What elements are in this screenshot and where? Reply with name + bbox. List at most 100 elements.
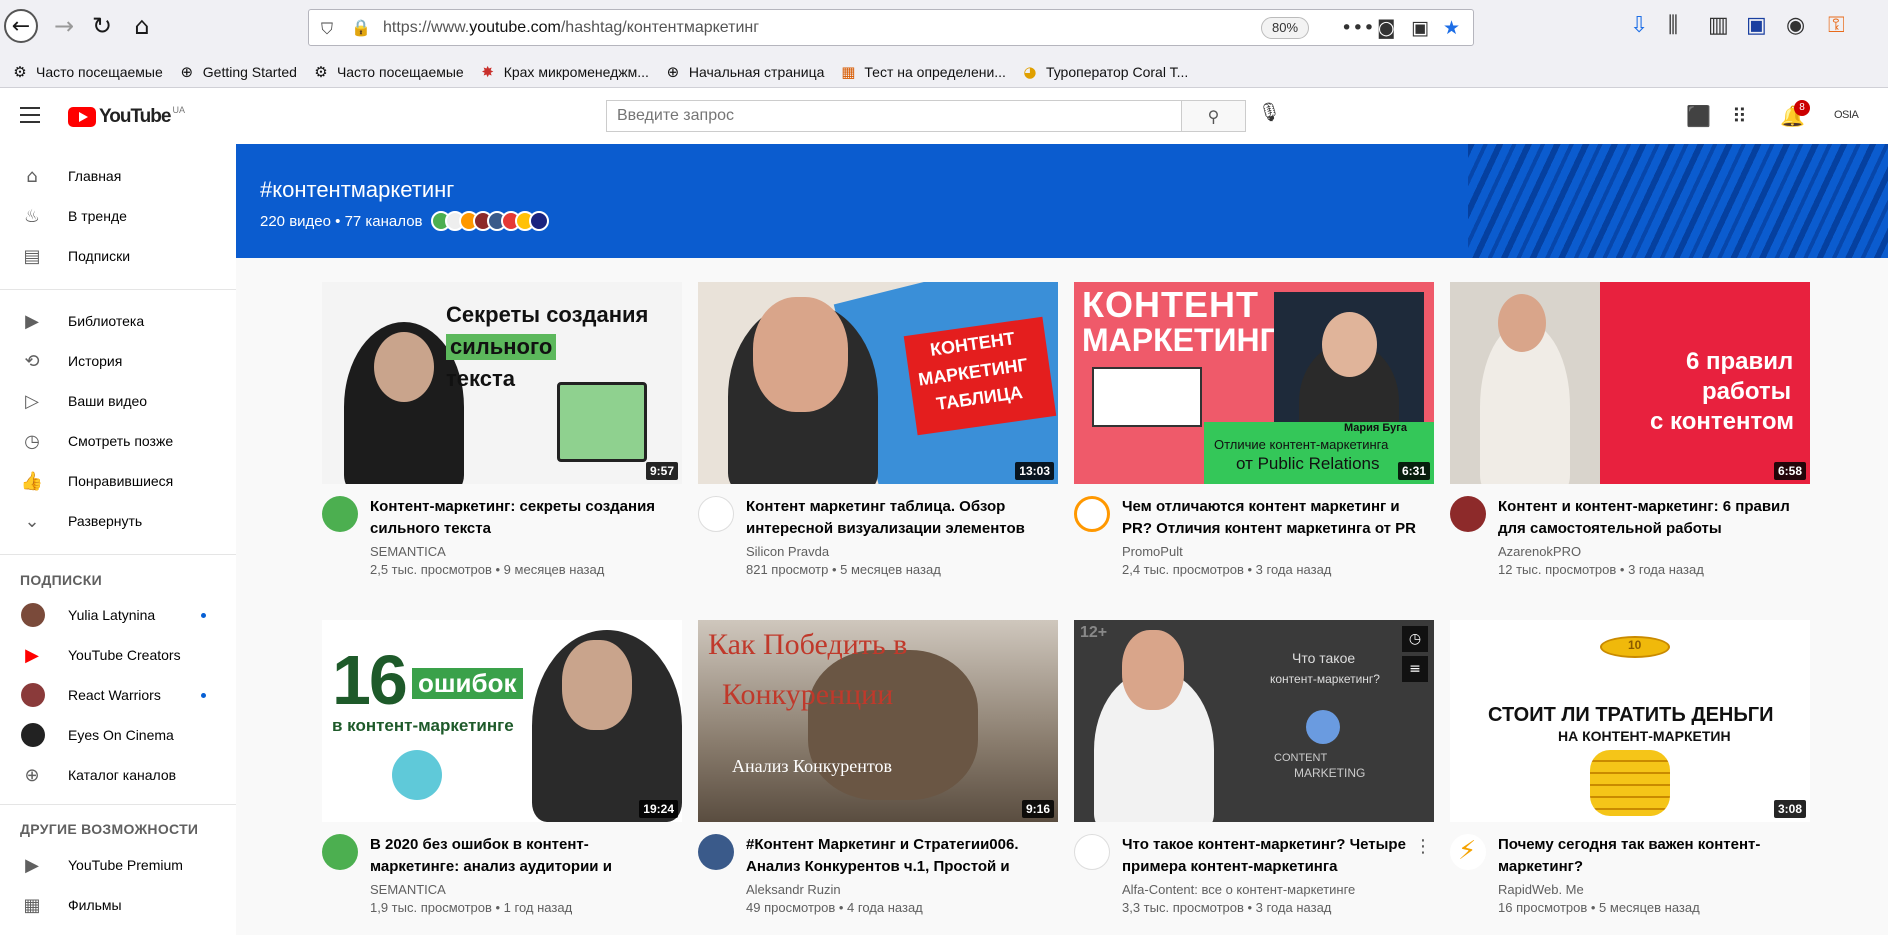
url-text[interactable]: https://www.youtube.com/hashtag/контентм…	[383, 19, 759, 37]
sidebar-item-watch-later[interactable]: ◷ Смотреть позже	[0, 421, 236, 461]
lock-icon[interactable]: 🔒	[351, 18, 371, 37]
sidebar-item-movies[interactable]: ▦ Фильмы	[0, 885, 236, 925]
channel-name[interactable]: RapidWeb. Me	[1498, 882, 1584, 897]
video-title[interactable]: #Контент Маркетинг и Стратегии006. Анали…	[746, 834, 1046, 878]
channel-avatar[interactable]	[698, 834, 734, 870]
sidebar-item-liked[interactable]: 👍 Понравившиеся	[0, 461, 236, 501]
sidebar-item-expand[interactable]: ⌄ Развернуть	[0, 501, 236, 541]
page-actions-icon[interactable]: •••	[1341, 17, 1375, 39]
video-thumbnail[interactable]: Как Победить в Конкуренции Анализ Конкур…	[698, 620, 1058, 822]
add-to-queue-icon[interactable]: ≡	[1402, 656, 1428, 682]
sidebar-item-subscriptions[interactable]: ▤ Подписки	[0, 236, 236, 276]
video-title[interactable]: Контент-маркетинг: секреты создания силь…	[370, 496, 670, 540]
sidebar-item-library[interactable]: ▶ Библиотека	[0, 301, 236, 341]
bookmark-item[interactable]: ◕ Туроператор Coral T...	[1020, 62, 1188, 82]
youtube-logo[interactable]: YouTube UA	[68, 105, 185, 128]
sidebar-item-trending[interactable]: ♨ В тренде	[0, 196, 236, 236]
channel-name[interactable]: Silicon Pravda	[746, 544, 829, 559]
video-card[interactable]: КОНТЕНТ МАРКЕТИНГ Мария Буга Отличие кон…	[1074, 282, 1434, 612]
video-card[interactable]: 10 СТОИТ ЛИ ТРАТИТЬ ДЕНЬГИ НА КОНТЕНТ-МА…	[1450, 620, 1810, 935]
sidebar-sub-react-warriors[interactable]: React Warriors	[0, 675, 236, 715]
zoom-level-badge[interactable]: 80%	[1261, 17, 1310, 39]
watch-later-icon[interactable]: ◷	[1402, 626, 1428, 652]
bookmark-item[interactable]: ⊕ Getting Started	[177, 62, 296, 82]
bookmark-item[interactable]: ✸ Крах микроменеджм...	[478, 62, 649, 82]
save-page-icon[interactable]: ▣	[1411, 17, 1429, 39]
channel-avatars[interactable]	[430, 211, 549, 231]
extension-icon[interactable]: ⚿	[1828, 13, 1845, 38]
video-thumbnail[interactable]: Секреты создания сильного текста 9:57	[322, 282, 682, 484]
sidebar-item-youtube-premium[interactable]: ▶ YouTube Premium	[0, 845, 236, 885]
video-thumbnail[interactable]: 12+ Что такое контент-маркетинг? CONTENT…	[1074, 620, 1434, 822]
sidebar-item-history[interactable]: ⟲ История	[0, 341, 236, 381]
channel-avatar[interactable]	[322, 496, 358, 532]
channel-avatar[interactable]: ⚡	[1450, 834, 1486, 870]
channel-avatar[interactable]	[322, 834, 358, 870]
microphone-icon[interactable]: 🎙	[1258, 102, 1281, 123]
video-thumbnail[interactable]: 10 СТОИТ ЛИ ТРАТИТЬ ДЕНЬГИ НА КОНТЕНТ-МА…	[1450, 620, 1810, 822]
menu-icon[interactable]	[20, 107, 40, 123]
video-title[interactable]: Контент маркетинг таблица. Обзор интерес…	[746, 496, 1046, 540]
thumbnail-text: CONTENT	[1274, 752, 1328, 764]
sidebar-sub-eyes-on-cinema[interactable]: Eyes On Cinema	[0, 715, 236, 755]
channel-name[interactable]: Alfa-Content: все о контент-маркетинге	[1122, 882, 1355, 897]
video-title[interactable]: Что такое контент-маркетинг? Четыре прим…	[1122, 834, 1422, 878]
presenter-face	[753, 297, 848, 412]
pocket-icon[interactable]: ◙	[1377, 17, 1395, 39]
search-icon: ⚲	[1207, 106, 1220, 126]
create-video-icon[interactable]: ⬛	[1686, 104, 1711, 128]
video-card[interactable]: Как Победить в Конкуренции Анализ Конкур…	[698, 620, 1058, 935]
channel-name[interactable]: SEMANTICA	[370, 882, 446, 897]
address-bar[interactable]: ⛉ 🔒 https://www.youtube.com/hashtag/конт…	[308, 9, 1474, 46]
thumbnail-text: Как Победить в	[708, 628, 908, 661]
library-icon: ▶	[25, 310, 39, 332]
bookmark-item[interactable]: ▦ Тест на определени...	[838, 62, 1006, 82]
video-card[interactable]: 12+ Что такое контент-маркетинг? CONTENT…	[1074, 620, 1434, 935]
video-card[interactable]: 6 правил работы с контентом 6:58 Контент…	[1450, 282, 1810, 612]
video-thumbnail[interactable]: 6 правил работы с контентом 6:58	[1450, 282, 1810, 484]
site-icon: ◕	[1023, 62, 1037, 81]
home-icon[interactable]: ⌂	[124, 8, 160, 44]
video-title[interactable]: Контент и контент-маркетинг: 6 правил дл…	[1498, 496, 1798, 540]
bookmark-item[interactable]: ⚙ Часто посещаемые	[10, 62, 163, 82]
bookmark-item[interactable]: ⚙ Часто посещаемые	[311, 62, 464, 82]
bookmark-star-icon[interactable]: ★	[1443, 17, 1460, 39]
back-arrow-icon[interactable]: ←	[4, 9, 38, 43]
video-title[interactable]: В 2020 без ошибок в контент-маркетинге: …	[370, 834, 670, 878]
sidebar-sub-yulia-latynina[interactable]: Yulia Latynina	[0, 595, 236, 635]
video-card[interactable]: 16 ошибок в контент-маркетинге 19:24 В 2…	[322, 620, 682, 935]
forward-arrow-icon[interactable]: →	[46, 8, 82, 44]
search-button[interactable]: ⚲	[1182, 100, 1246, 132]
account-icon[interactable]: ◉	[1786, 13, 1805, 38]
search-input[interactable]	[607, 101, 1181, 131]
downloads-icon[interactable]: ⇩	[1630, 13, 1648, 38]
sidebar-item-channel-catalog[interactable]: ⊕ Каталог каналов	[0, 755, 236, 795]
sidebar-sub-youtube-creators[interactable]: ▶ YouTube Creators	[0, 635, 236, 675]
shield-icon[interactable]: ⛉	[321, 19, 337, 38]
save-icon[interactable]: ▣	[1746, 13, 1767, 38]
channel-avatar[interactable]	[1074, 834, 1110, 870]
channel-avatar[interactable]	[1450, 496, 1486, 532]
reload-icon[interactable]: ↻	[84, 8, 120, 44]
more-actions-icon[interactable]: ⋮	[1414, 836, 1432, 857]
video-card[interactable]: КОНТЕНТ МАРКЕТИНГ ТАБЛИЦА 13:03 Контент …	[698, 282, 1058, 612]
apps-grid-icon[interactable]: ⠿	[1732, 104, 1747, 128]
channel-avatar[interactable]	[698, 496, 734, 532]
video-thumbnail[interactable]: КОНТЕНТ МАРКЕТИНГ Мария Буга Отличие кон…	[1074, 282, 1434, 484]
channel-name[interactable]: SEMANTICA	[370, 544, 446, 559]
bookmark-item[interactable]: ⊕ Начальная страница	[663, 62, 825, 82]
video-thumbnail[interactable]: КОНТЕНТ МАРКЕТИНГ ТАБЛИЦА 13:03	[698, 282, 1058, 484]
library-icon[interactable]: ⫼	[1668, 13, 1678, 38]
video-title[interactable]: Чем отличаются контент маркетинг и PR? О…	[1122, 496, 1422, 540]
sidebar-item-your-videos[interactable]: ▷ Ваши видео	[0, 381, 236, 421]
video-thumbnail[interactable]: 16 ошибок в контент-маркетинге 19:24	[322, 620, 682, 822]
channel-avatar[interactable]	[1074, 496, 1110, 532]
video-card[interactable]: Секреты создания сильного текста 9:57 Ко…	[322, 282, 682, 612]
channel-name[interactable]: Aleksandr Ruzin	[746, 882, 841, 897]
account-avatar[interactable]: OSIA	[1834, 109, 1859, 121]
channel-name[interactable]: AzarenokPRO	[1498, 544, 1581, 559]
sidebar-toggle-icon[interactable]: ▥	[1708, 13, 1729, 38]
video-title[interactable]: Почему сегодня так важен контент-маркети…	[1498, 834, 1798, 878]
sidebar-item-home[interactable]: ⌂ Главная	[0, 156, 236, 196]
channel-name[interactable]: PromoPult	[1122, 544, 1183, 559]
